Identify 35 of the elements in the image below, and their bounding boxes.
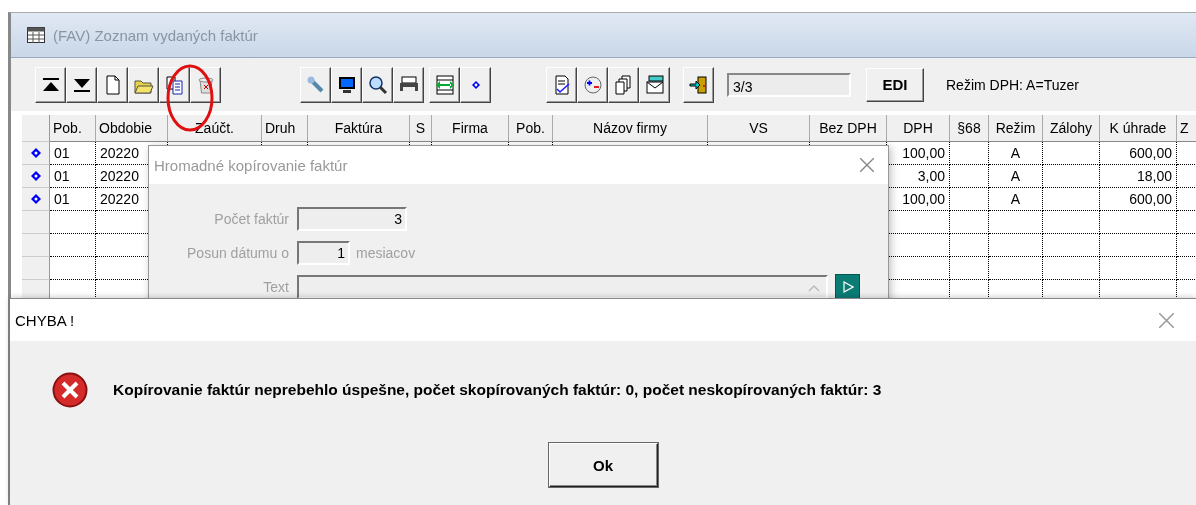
column-header[interactable]: Režim xyxy=(989,115,1043,142)
column-header[interactable]: Druh xyxy=(262,115,308,142)
dialog-title: CHYBA ! xyxy=(15,311,75,329)
column-header[interactable]: Faktúra xyxy=(308,115,410,142)
table-cell: 01 xyxy=(50,188,96,211)
column-header[interactable]: Pob. xyxy=(50,115,96,142)
record-counter-field: 3/3 xyxy=(727,72,851,97)
column-header[interactable]: K úhrade xyxy=(1100,115,1177,142)
field-label: Počet faktúr xyxy=(213,211,290,227)
table-cell: 600,00 xyxy=(1100,188,1177,211)
vat-mode-label: Režim DPH: A=Tuzer xyxy=(946,76,1079,93)
column-header[interactable]: VS xyxy=(708,115,810,142)
table-cell: 600,00 xyxy=(1100,142,1177,165)
table-cell: A xyxy=(989,142,1043,165)
table-cell: 18,00 xyxy=(1100,165,1177,188)
table-cell: 01 xyxy=(50,142,96,165)
error-message: Kopírovanie faktúr neprebehlo úspešne, počet skopírovaných faktúr: 0, počet neskopírovaných faktúr: 3 xyxy=(113,381,882,399)
column-header[interactable]: Názov firmy xyxy=(553,115,708,142)
column-header[interactable]: §68 xyxy=(950,115,989,142)
column-header[interactable]: Obdobie xyxy=(96,115,168,142)
table-cell: A xyxy=(989,188,1043,211)
column-header[interactable]: Firma xyxy=(432,115,509,142)
edi-button[interactable]: EDI xyxy=(866,67,924,102)
field-label: Text xyxy=(262,279,290,295)
column-header[interactable]: Zálohy xyxy=(1043,115,1100,142)
ok-button[interactable]: Ok xyxy=(548,443,658,487)
column-header[interactable]: DPH xyxy=(887,115,950,142)
table-cell: A xyxy=(989,165,1043,188)
unit-label: mesiacov xyxy=(356,245,416,261)
table-cell: 01 xyxy=(50,165,96,188)
field-label: Posun dátumu o xyxy=(186,245,290,261)
column-header[interactable]: S xyxy=(410,115,432,142)
window-title: (FAV) Zoznam vydaných faktúr xyxy=(53,26,258,44)
column-header[interactable]: Pob. xyxy=(509,115,553,142)
column-header[interactable]: Bez DPH xyxy=(810,115,887,142)
